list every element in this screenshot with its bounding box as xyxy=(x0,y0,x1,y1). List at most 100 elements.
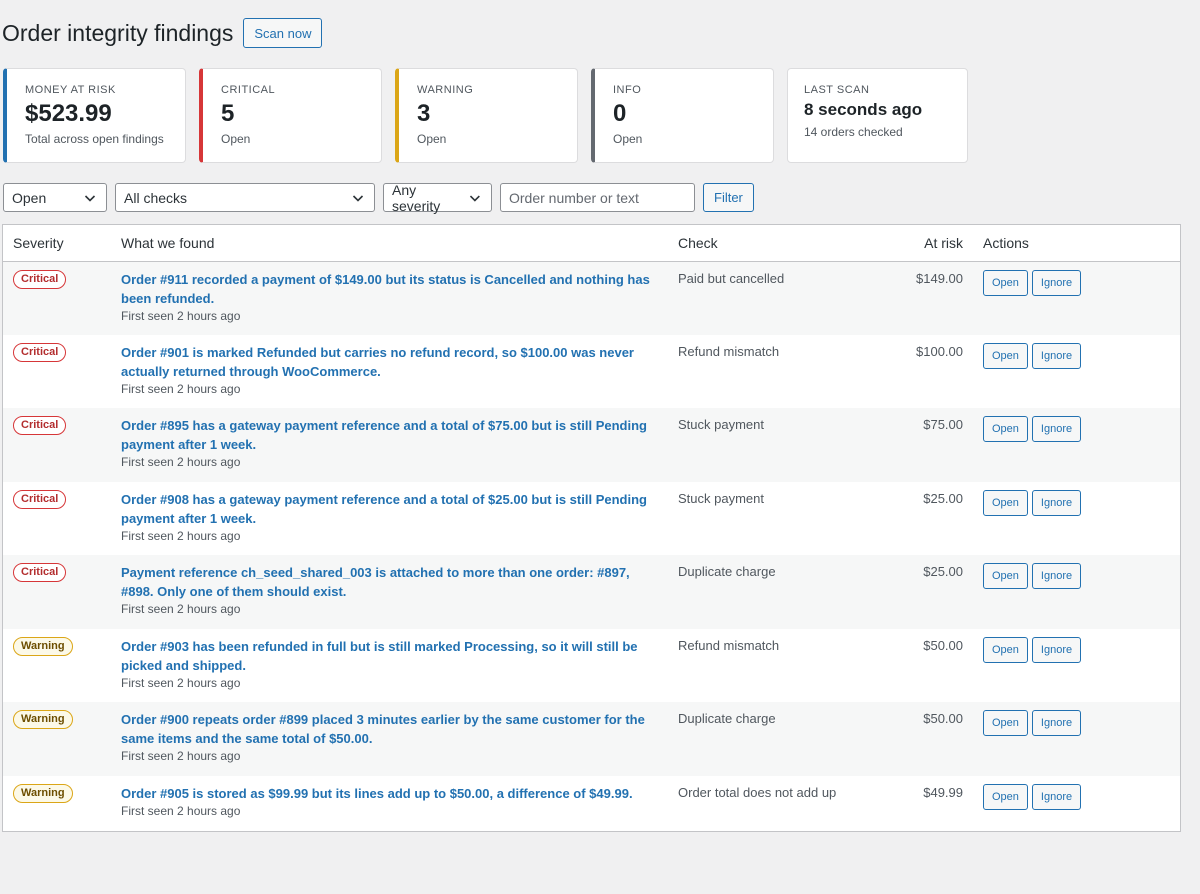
finding-link[interactable]: Order #900 repeats order #899 placed 3 m… xyxy=(121,702,658,748)
check-name: Refund mismatch xyxy=(678,343,780,359)
table-row: Critical Order #908 has a gateway paymen… xyxy=(3,481,1180,555)
table-row: Warning Order #900 repeats order #899 pl… xyxy=(3,702,1180,776)
open-button[interactable]: Open xyxy=(983,783,1028,810)
filter-bar: Open All checks Any severity Filter xyxy=(3,181,754,214)
chevron-down-icon xyxy=(352,194,364,202)
at-risk-amount: $50.00 xyxy=(923,711,963,726)
check-name: Stuck payment xyxy=(678,490,764,506)
status-select-value: Open xyxy=(12,189,47,206)
card-critical: CRITICAL 5 Open xyxy=(199,68,382,163)
card-label: MONEY AT RISK xyxy=(25,84,116,96)
open-button[interactable]: Open xyxy=(983,636,1028,663)
first-seen-text: First seen 2 hours ago xyxy=(121,675,241,690)
finding-link[interactable]: Payment reference ch_seed_shared_003 is … xyxy=(121,555,658,601)
check-name: Paid but cancelled xyxy=(678,270,785,286)
search-input[interactable] xyxy=(500,183,695,212)
card-label: WARNING xyxy=(417,84,474,96)
open-button[interactable]: Open xyxy=(983,269,1028,296)
finding-link[interactable]: Order #911 recorded a payment of $149.00… xyxy=(121,262,658,308)
severity-badge: Warning xyxy=(13,710,73,729)
table-row: Warning Order #903 has been refunded in … xyxy=(3,628,1180,702)
card-info: INFO 0 Open xyxy=(591,68,774,163)
card-label: CRITICAL xyxy=(221,84,276,96)
card-subtext: Open xyxy=(613,132,643,146)
at-risk-amount: $149.00 xyxy=(916,270,963,286)
finding-link[interactable]: Order #903 has been refunded in full but… xyxy=(121,629,658,675)
ignore-button[interactable]: Ignore xyxy=(1031,342,1082,369)
severity-select[interactable]: Any severity xyxy=(383,181,492,214)
ignore-button[interactable]: Ignore xyxy=(1031,783,1082,810)
chevron-down-icon xyxy=(470,194,481,202)
open-button[interactable]: Open xyxy=(983,342,1028,369)
table-row: Critical Order #895 has a gateway paymen… xyxy=(3,408,1180,482)
severity-badge: Critical xyxy=(13,489,67,509)
first-seen-text: First seen 2 hours ago xyxy=(121,803,241,818)
table-row: Critical Order #911 recorded a payment o… xyxy=(3,261,1180,335)
check-name: Stuck payment xyxy=(678,417,764,432)
ignore-button[interactable]: Ignore xyxy=(1031,563,1082,589)
card-label: INFO xyxy=(613,84,642,96)
check-type-select[interactable]: All checks xyxy=(115,183,375,212)
open-button[interactable]: Open xyxy=(983,489,1028,516)
table-row: Warning Order #905 is stored as $99.99 b… xyxy=(3,775,1180,831)
first-seen-text: First seen 2 hours ago xyxy=(121,749,241,763)
severity-badge: Critical xyxy=(13,342,67,362)
card-value: $523.99 xyxy=(25,100,112,127)
ignore-button[interactable]: Ignore xyxy=(1031,636,1082,663)
scan-now-button[interactable]: Scan now xyxy=(243,18,323,48)
column-header-severity[interactable]: Severity xyxy=(3,225,111,262)
at-risk-amount: $75.00 xyxy=(923,417,963,432)
open-button[interactable]: Open xyxy=(983,416,1028,442)
at-risk-amount: $100.00 xyxy=(916,343,963,359)
status-select[interactable]: Open xyxy=(3,183,107,212)
check-type-select-value: All checks xyxy=(124,189,188,206)
card-value: 5 xyxy=(221,100,235,127)
at-risk-amount: $49.99 xyxy=(923,784,963,800)
filter-button[interactable]: Filter xyxy=(703,183,754,212)
first-seen-text: First seen 2 hours ago xyxy=(121,381,241,396)
finding-link[interactable]: Order #905 is stored as $99.99 but its l… xyxy=(121,776,658,803)
ignore-button[interactable]: Ignore xyxy=(1031,269,1082,296)
column-header-check[interactable]: Check xyxy=(668,225,853,262)
finding-link[interactable]: Order #901 is marked Refunded but carrie… xyxy=(121,335,658,381)
card-value: 0 xyxy=(613,100,627,127)
ignore-button[interactable]: Ignore xyxy=(1031,710,1082,736)
ignore-button[interactable]: Ignore xyxy=(1031,489,1082,516)
column-header-actions: Actions xyxy=(973,225,1180,262)
first-seen-text: First seen 2 hours ago xyxy=(121,528,241,543)
check-name: Duplicate charge xyxy=(678,564,776,579)
card-label: LAST SCAN xyxy=(804,84,870,96)
column-header-found[interactable]: What we found xyxy=(111,225,668,262)
column-header-at-risk[interactable]: At risk xyxy=(853,225,973,262)
at-risk-amount: $25.00 xyxy=(923,564,963,579)
first-seen-text: First seen 2 hours ago xyxy=(121,455,241,469)
finding-link[interactable]: Order #908 has a gateway payment referen… xyxy=(121,482,658,528)
at-risk-amount: $25.00 xyxy=(923,490,963,506)
first-seen-text: First seen 2 hours ago xyxy=(121,308,241,323)
open-button[interactable]: Open xyxy=(983,563,1028,589)
card-value: 3 xyxy=(417,100,431,127)
finding-link[interactable]: Order #895 has a gateway payment referen… xyxy=(121,408,658,454)
severity-select-value: Any severity xyxy=(392,181,441,214)
check-name: Duplicate charge xyxy=(678,711,776,726)
at-risk-amount: $50.00 xyxy=(923,637,963,653)
chevron-down-icon xyxy=(84,194,96,202)
card-subtext: Open xyxy=(221,132,251,146)
table-row: Critical Payment reference ch_seed_share… xyxy=(3,555,1180,629)
card-last-scan: LAST SCAN 8 seconds ago 14 orders checke… xyxy=(787,68,968,163)
summary-cards: MONEY AT RISK $523.99 Total across open … xyxy=(3,68,968,163)
page-title: Order integrity findings xyxy=(2,19,234,46)
check-name: Order total does not add up xyxy=(678,784,837,800)
card-subtext: 14 orders checked xyxy=(804,125,903,139)
table-header-row: Severity What we found Check At risk Act… xyxy=(3,225,1180,262)
ignore-button[interactable]: Ignore xyxy=(1031,416,1082,442)
severity-badge: Critical xyxy=(13,269,67,289)
severity-badge: Warning xyxy=(13,636,73,656)
open-button[interactable]: Open xyxy=(983,710,1028,736)
card-subtext: Total across open findings xyxy=(25,132,164,146)
page-header: Order integrity findings Scan now xyxy=(2,18,323,48)
table-row: Critical Order #901 is marked Refunded b… xyxy=(3,334,1180,408)
severity-badge: Warning xyxy=(13,783,73,803)
first-seen-text: First seen 2 hours ago xyxy=(121,602,241,616)
card-subtext: Open xyxy=(417,132,447,146)
